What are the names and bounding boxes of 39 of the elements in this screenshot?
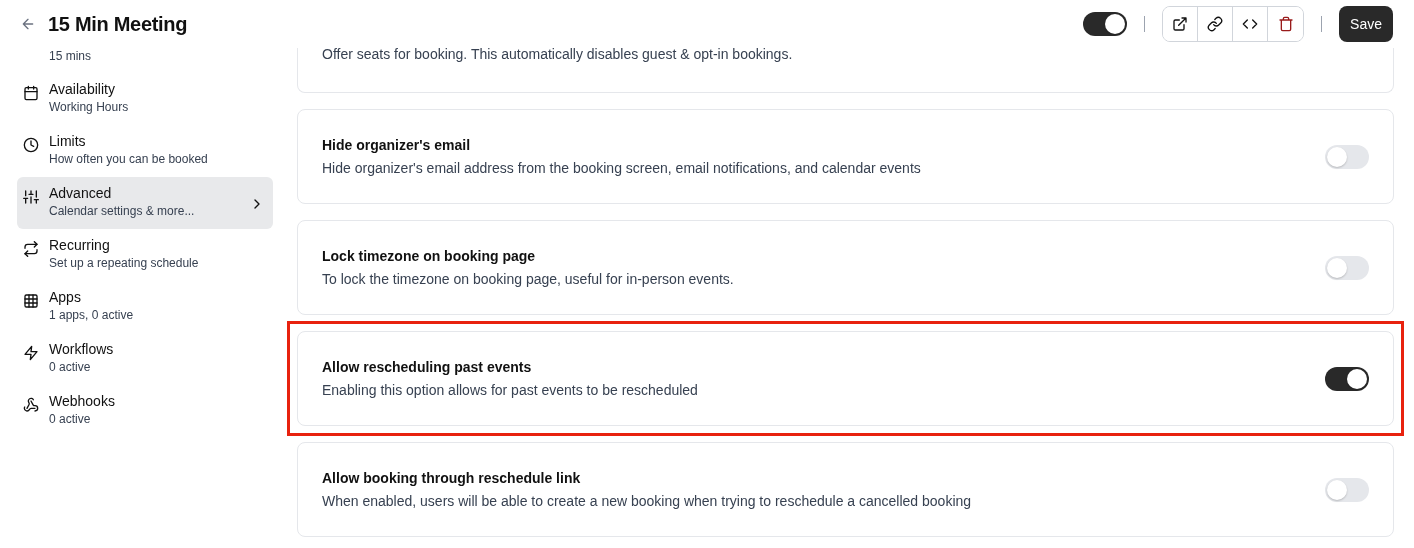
setting-toggle[interactable] (1325, 366, 1369, 391)
sidebar-item-subtitle: Set up a repeating schedule (49, 255, 200, 272)
sidebar-item[interactable]: Advanced Calendar settings & more... (17, 177, 273, 229)
save-button[interactable]: Save (1339, 6, 1393, 42)
setting-toggle[interactable] (1325, 255, 1369, 280)
sidebar-item-title[interactable]: Apps (49, 287, 265, 307)
sidebar-item-title[interactable]: Recurring (49, 235, 265, 255)
repeat-icon (23, 238, 39, 254)
sidebar-item-subtitle: How often you can be booked (49, 151, 209, 168)
setting-description: Enabling this option allows for past events to be rescheduled (322, 381, 699, 400)
sidebar-item-subtitle: Calendar settings & more... (49, 203, 196, 220)
sidebar-item-title[interactable]: Advanced (49, 183, 239, 203)
sidebar-item-subtitle: 15 mins (49, 48, 93, 65)
setting-description: Hide organizer's email address from the booking screen, email notifications, and calendar events (322, 159, 922, 178)
setting-description: When enabled, users will be able to create a new booking when trying to reschedule a cancelled booking (322, 492, 973, 511)
sidebar-item-title[interactable]: Availability (49, 79, 265, 99)
code-icon (1242, 16, 1259, 32)
setting-toggle[interactable] (1325, 477, 1369, 502)
setting-title: Lock timezone on booking page (322, 247, 537, 266)
setting-title: Hide organizer's email (322, 136, 472, 155)
external-link-button[interactable] (1163, 7, 1199, 41)
visibility-toggle[interactable] (1083, 12, 1128, 36)
sidebar-item-subtitle: 1 apps, 0 active (49, 307, 135, 324)
sidebar-item-title[interactable]: Workflows (49, 339, 265, 359)
page-title: 15 Min Meeting (48, 12, 188, 36)
setting-title: Allow rescheduling past events (322, 358, 533, 377)
setting-title: Allow booking through reschedule link (322, 469, 582, 488)
trash-icon (1277, 16, 1294, 32)
external-link-icon (1172, 16, 1189, 32)
sidebar-item-title[interactable]: Webhooks (49, 391, 265, 411)
sidebar-item-subtitle: Working Hours (49, 99, 130, 116)
back-arrow-icon[interactable] (20, 16, 36, 32)
sidebar-item-subtitle: 0 active (49, 359, 92, 376)
link-icon (1207, 16, 1224, 32)
sidebar-item-title[interactable]: Limits (49, 131, 265, 151)
setting-description: To lock the timezone on booking page, useful for in-person events. (322, 270, 735, 289)
setting-toggle[interactable] (1325, 144, 1369, 169)
sidebar-item-subtitle: 0 active (49, 411, 92, 428)
setting-description: Offer seats for booking. This automatically disables guest & opt-in bookings. (322, 45, 794, 64)
